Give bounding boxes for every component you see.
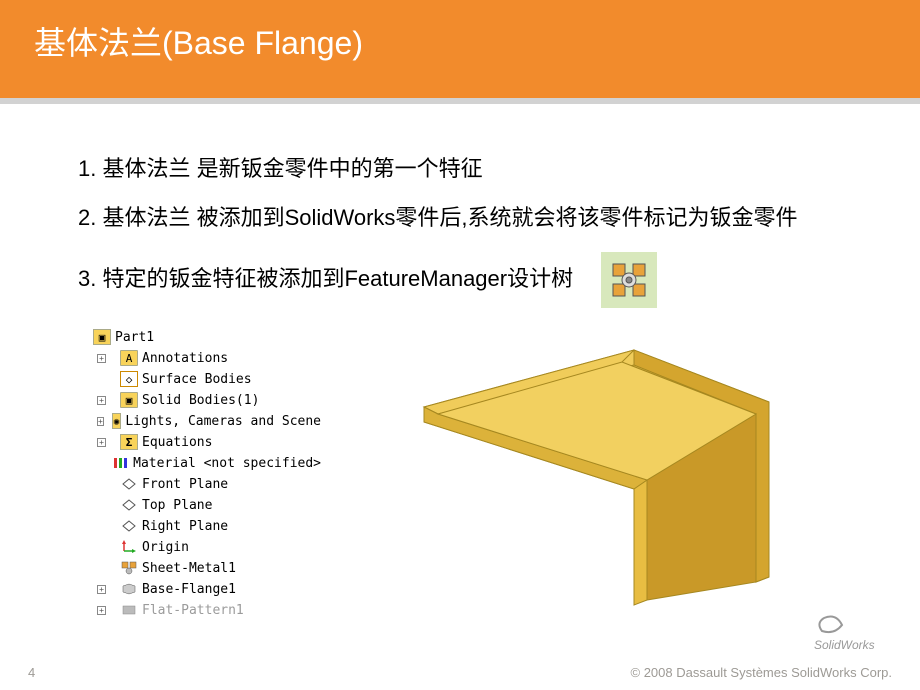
tree-item: Sheet-Metal1: [93, 558, 321, 579]
tree-item: + A Annotations: [93, 348, 321, 369]
expand-icon: +: [97, 396, 106, 405]
expand-icon: +: [97, 354, 106, 363]
tree-label: Surface Bodies: [142, 372, 252, 387]
slide-title: 基体法兰(Base Flange): [34, 18, 920, 64]
tree-label: Lights, Cameras and Scene: [125, 414, 321, 429]
tree-label: Base-Flange1: [142, 582, 236, 597]
tree-root-label: Part1: [115, 330, 154, 345]
plane-icon: [120, 476, 138, 492]
expand-icon: +: [97, 417, 104, 426]
tree-item: Origin: [93, 537, 321, 558]
origin-icon: [120, 539, 138, 555]
tree-label: Origin: [142, 540, 189, 555]
sheet-metal-model: [364, 332, 794, 622]
sheet-metal-icon: [601, 252, 657, 308]
tree-item: + ✺ Lights, Cameras and Scene: [93, 411, 321, 432]
lower-section: ▣ Part1 + A Annotations ◇ Surface Bodies…: [78, 322, 842, 626]
tree-label: Solid Bodies(1): [142, 393, 259, 408]
tree-item: + Flat-Pattern1: [93, 600, 321, 621]
tree-item: ◇ Surface Bodies: [93, 369, 321, 390]
solid-icon: ▣: [120, 392, 138, 408]
slide-content: 1. 基体法兰 是新钣金零件中的第一个特征 2. 基体法兰 被添加到SolidW…: [0, 104, 920, 626]
tree-label: Equations: [142, 435, 212, 450]
surface-icon: ◇: [120, 371, 138, 387]
slide-header: 基体法兰(Base Flange): [0, 0, 920, 98]
footer: 4 © 2008 Dassault Systèmes SolidWorks Co…: [0, 665, 920, 680]
tree-root: ▣ Part1: [93, 327, 321, 348]
tree-label: Top Plane: [142, 498, 212, 513]
equations-icon: Σ: [120, 434, 138, 450]
point-1: 1. 基体法兰 是新钣金零件中的第一个特征: [78, 154, 842, 185]
feature-tree: ▣ Part1 + A Annotations ◇ Surface Bodies…: [90, 322, 324, 626]
tree-label: Right Plane: [142, 519, 228, 534]
tree-item: + Σ Equations: [93, 432, 321, 453]
tree-item: Material <not specified>: [93, 453, 321, 474]
expand-icon: +: [97, 438, 106, 447]
material-icon: [113, 455, 129, 471]
tree-label: Annotations: [142, 351, 228, 366]
sheetmetal-icon: [120, 560, 138, 576]
tree-label: Flat-Pattern1: [142, 603, 244, 618]
page-number: 4: [28, 665, 35, 680]
solidworks-logo: SolidWorks: [814, 613, 904, 658]
flatpattern-icon: [120, 602, 138, 618]
svg-text:SolidWorks: SolidWorks: [814, 638, 875, 652]
point-3-row: 3. 特定的钣金特征被添加到FeatureManager设计树: [78, 252, 842, 308]
plane-icon: [120, 518, 138, 534]
lights-icon: ✺: [112, 413, 122, 429]
expand-icon: +: [97, 585, 106, 594]
tree-label: Sheet-Metal1: [142, 561, 236, 576]
point-2: 2. 基体法兰 被添加到SolidWorks零件后,系统就会将该零件标记为钣金零…: [78, 203, 842, 234]
tree-item: + ▣ Solid Bodies(1): [93, 390, 321, 411]
plane-icon: [120, 497, 138, 513]
tree-item: Right Plane: [93, 516, 321, 537]
tree-label: Material <not specified>: [133, 456, 321, 471]
point-3: 3. 特定的钣金特征被添加到FeatureManager设计树: [78, 264, 573, 295]
tree-item: + Base-Flange1: [93, 579, 321, 600]
baseflange-icon: [120, 581, 138, 597]
tree-item: Top Plane: [93, 495, 321, 516]
part-icon: ▣: [93, 329, 111, 345]
expand-icon: +: [97, 606, 106, 615]
tree-item: Front Plane: [93, 474, 321, 495]
tree-label: Front Plane: [142, 477, 228, 492]
copyright: © 2008 Dassault Systèmes SolidWorks Corp…: [631, 665, 893, 680]
folder-icon: A: [120, 350, 138, 366]
